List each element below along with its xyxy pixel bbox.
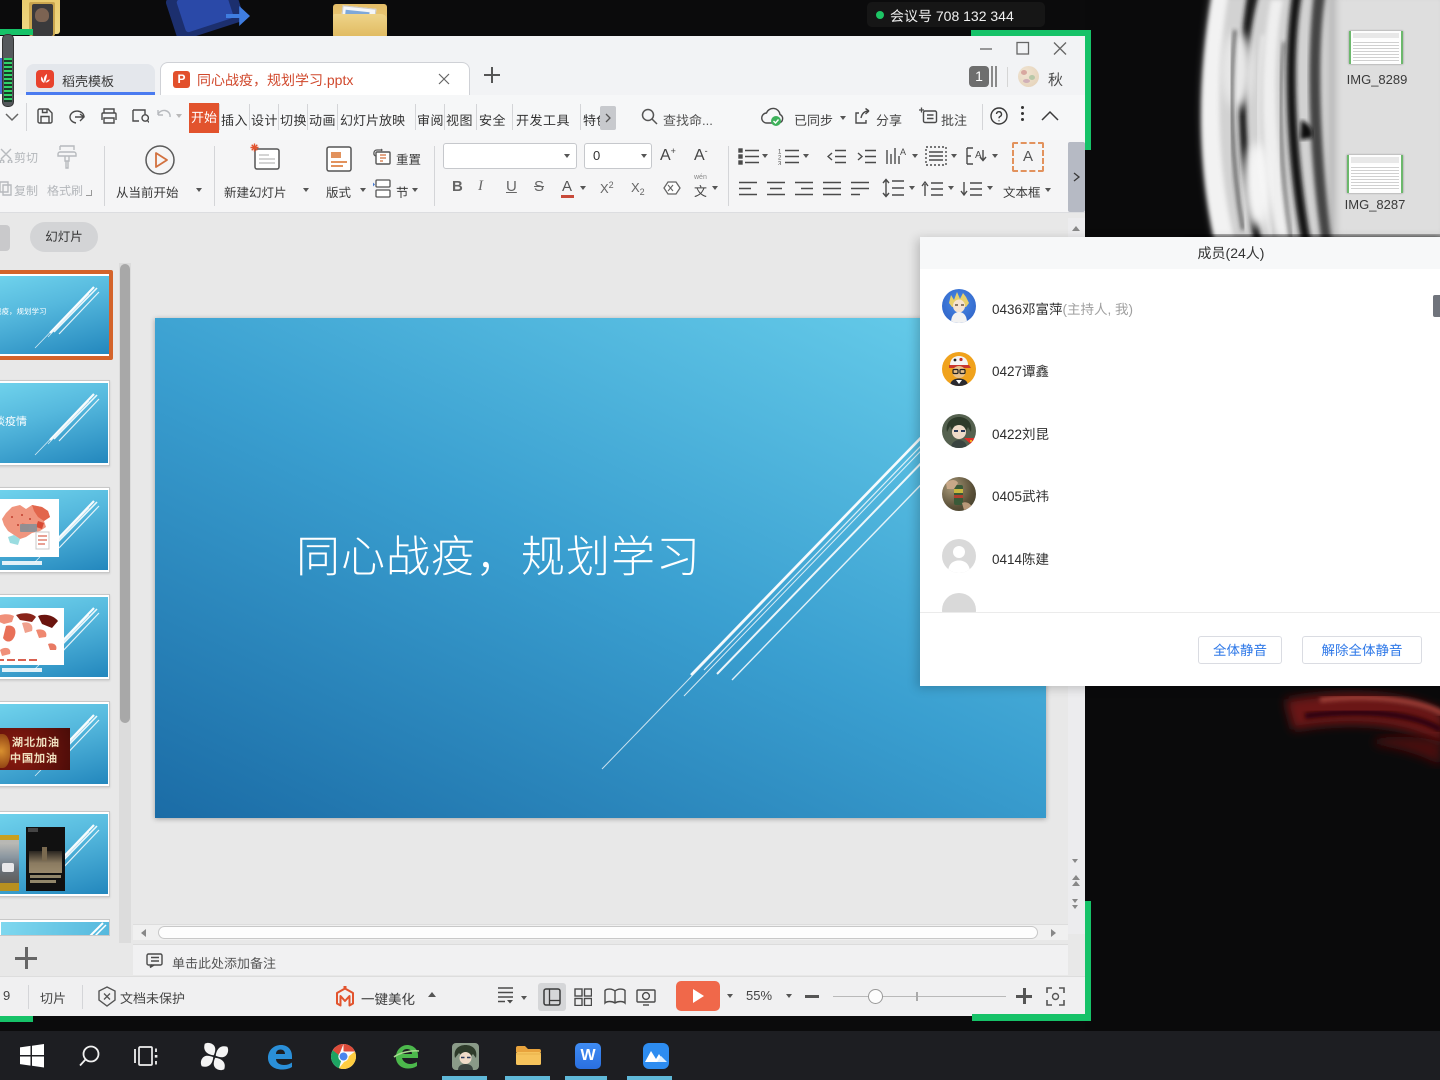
svg-text:A: A	[900, 147, 906, 157]
svg-text:A: A	[975, 150, 982, 161]
svg-text:3: 3	[778, 162, 782, 166]
